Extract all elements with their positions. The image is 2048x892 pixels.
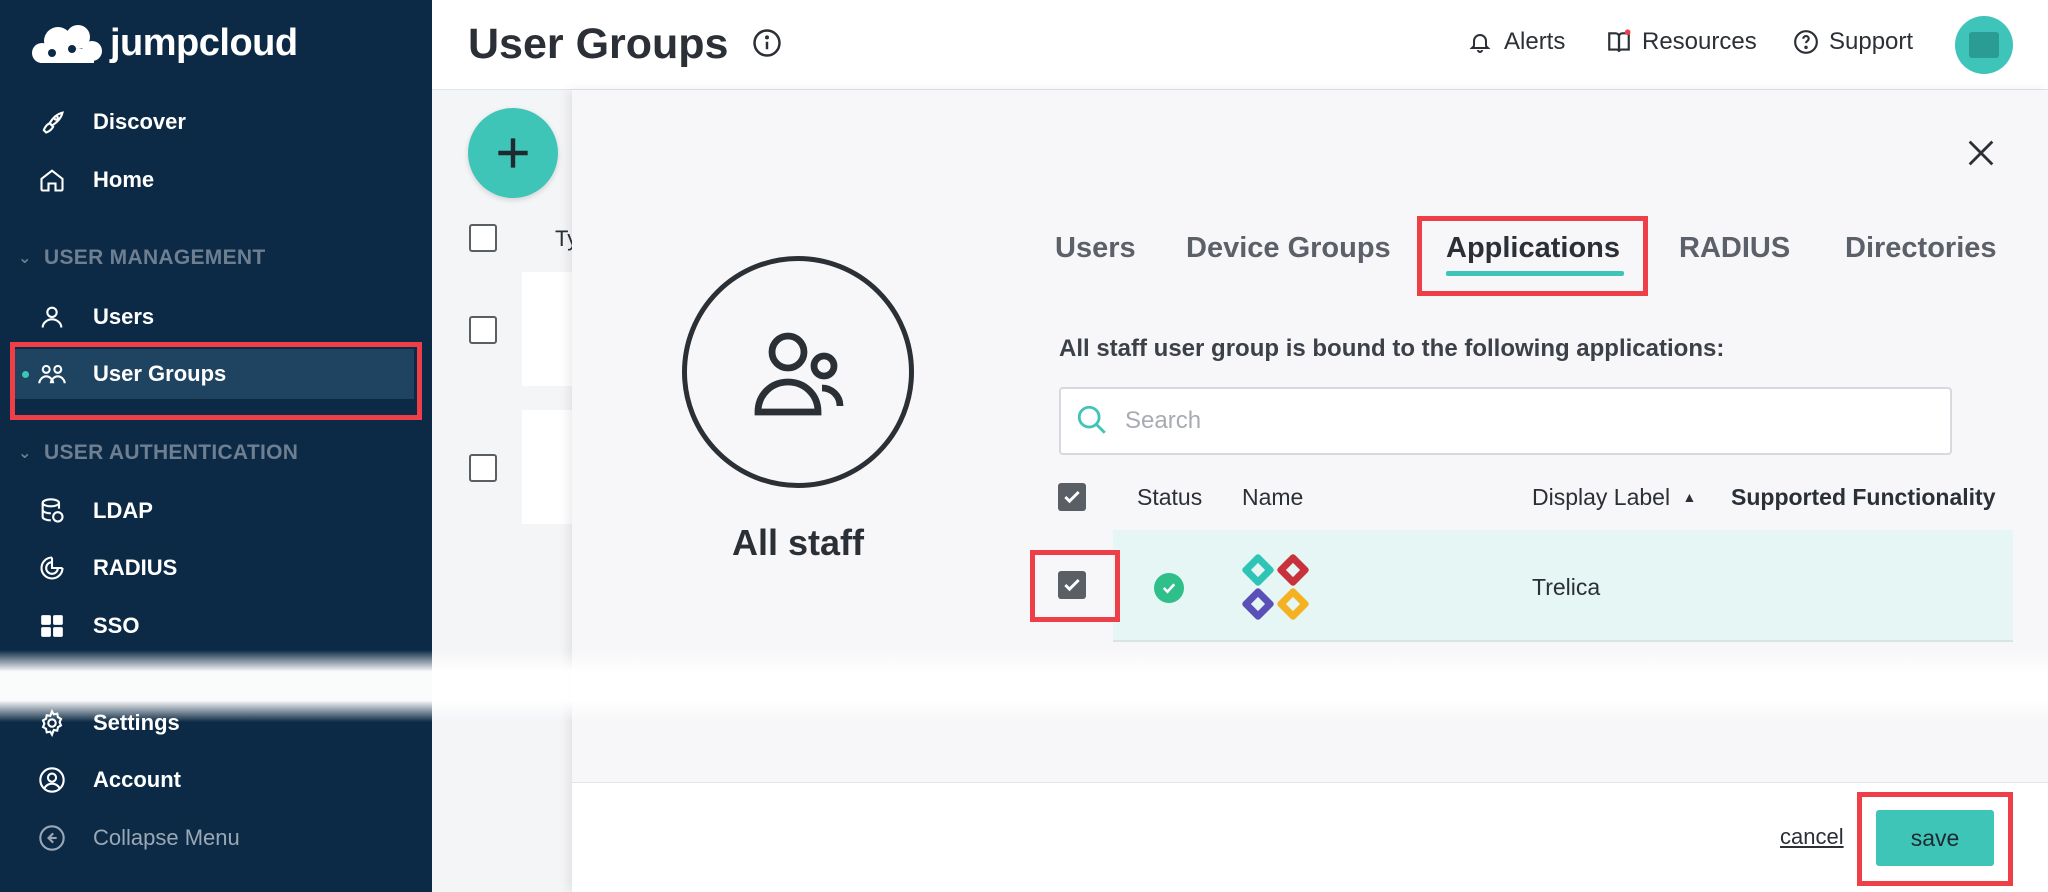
sidebar-item-label: User Groups [93,361,227,386]
sidebar-item-label: SSO [93,613,140,638]
user-group-icon [754,332,844,416]
sidebar-item-label: Discover [93,109,186,134]
search-icon [1075,403,1111,439]
info-icon[interactable] [752,28,782,58]
status-column-header[interactable]: Status [1137,484,1202,511]
jumpcloud-logo[interactable]: jumpcloud [28,22,298,65]
tab-users[interactable]: Users [1055,232,1136,265]
select-all-checkbox[interactable] [1058,483,1086,511]
user-group-icon [36,358,68,390]
trelica-logo-icon [1240,552,1314,624]
sidebar-item-radius[interactable]: RADIUS [0,543,432,593]
logo-text: jumpcloud [110,22,298,64]
sidebar-item-settings[interactable]: Settings [0,698,432,748]
book-icon [1606,29,1632,55]
supported-functionality-column-header[interactable]: Supported Functionality [1731,484,1996,511]
resources-link[interactable]: Resources [1606,28,1757,56]
sidebar-item-user-groups[interactable]: User Groups [14,349,414,399]
alerts-link[interactable]: Alerts [1468,28,1565,56]
active-indicator [22,370,29,378]
group-avatar [682,256,914,488]
user-icon [36,301,68,333]
bound-description: All staff user group is bound to the fol… [1059,335,1725,362]
select-all-checkbox[interactable] [469,224,497,252]
save-button[interactable]: save [1876,810,1994,866]
tab-device-groups[interactable]: Device Groups [1186,232,1391,265]
collapse-arrow-icon [36,822,68,854]
sidebar-item-label: Collapse Menu [93,825,240,850]
sidebar-item-home[interactable]: Home [0,155,432,205]
avatar-image [1969,32,1999,58]
section-user-management[interactable]: ⌄ USER MANAGEMENT [18,246,266,270]
support-link[interactable]: Support [1793,28,1913,56]
cancel-link[interactable]: cancel [1780,824,1844,850]
row-checkbox[interactable] [469,316,497,344]
active-tab-indicator [1446,271,1624,276]
group-name: All staff [731,522,864,563]
section-user-authentication[interactable]: ⌄ USER AUTHENTICATION [18,441,298,465]
tab-radius[interactable]: RADIUS [1679,232,1790,265]
sidebar-item-sso[interactable]: SSO [0,601,432,651]
sidebar-item-collapse-menu[interactable]: Collapse Menu [0,813,432,863]
sidebar-item-label: Home [93,167,155,192]
sidebar: jumpcloud Discover Home ⌄ USER MANAGEMEN… [0,0,432,892]
sidebar-item-label: Users [93,304,155,329]
sidebar-item-label: LDAP [93,498,153,523]
chevron-down-icon: ⌄ [18,445,32,462]
help-icon [1793,29,1819,55]
bell-icon [1468,29,1494,55]
close-icon[interactable] [1964,136,1998,170]
grid-icon [36,610,68,642]
status-active-icon [1154,573,1184,603]
sidebar-item-label: Account [93,767,181,792]
search-field[interactable] [1059,387,1952,455]
name-column-header[interactable]: Name [1242,484,1303,511]
display-label-cell: Trelica [1532,574,1601,600]
sort-ascending-icon: ▲ [1682,489,1697,505]
cloud-logo-icon [28,23,104,65]
home-icon [36,164,68,196]
tab-directories[interactable]: Directories [1845,232,1997,265]
search-input[interactable] [1125,401,1925,441]
radius-icon [36,552,68,584]
sidebar-item-label: RADIUS [93,555,178,580]
sidebar-item-account[interactable]: Account [0,755,432,805]
database-icon [36,495,68,527]
add-group-button[interactable] [468,108,558,198]
page-title: User Groups [468,20,729,68]
sidebar-item-discover[interactable]: Discover [0,97,432,147]
gear-icon [36,707,68,739]
display-label-column-header[interactable]: Display Label ▲ [1532,484,1696,511]
sidebar-item-label: Settings [93,710,180,735]
sidebar-item-ldap[interactable]: LDAP [0,486,432,536]
account-icon [36,764,68,796]
rocket-icon [36,106,68,138]
row-checkbox[interactable] [1058,571,1086,599]
tab-applications[interactable]: Applications [1446,232,1620,265]
row-checkbox[interactable] [469,454,497,482]
chevron-down-icon: ⌄ [18,250,32,267]
avatar[interactable] [1955,16,2013,74]
sidebar-item-users[interactable]: Users [0,292,432,342]
